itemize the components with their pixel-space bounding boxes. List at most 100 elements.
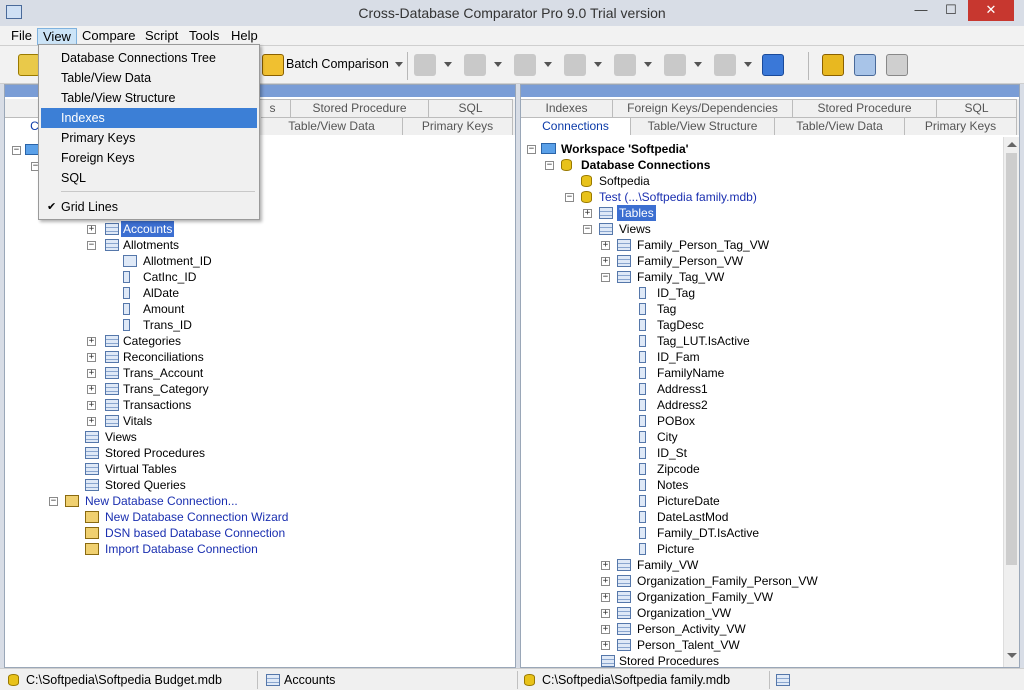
sync-connections-icon[interactable] xyxy=(762,54,784,76)
dropdown-arrow-icon[interactable] xyxy=(594,62,602,67)
menu-item-database-connections-tree[interactable]: Database Connections Tree xyxy=(41,48,257,68)
tree-node-label[interactable]: Allotments xyxy=(121,237,181,253)
menu-help[interactable]: Help xyxy=(226,28,263,45)
tree-node-label[interactable]: Person_Talent_VW xyxy=(635,637,742,653)
scroll-up-icon[interactable] xyxy=(1007,142,1017,147)
tree-node-label[interactable]: Views xyxy=(617,221,653,237)
tab-left-primary-keys[interactable]: Primary Keys xyxy=(403,117,513,135)
compare-gear-icon[interactable] xyxy=(414,54,436,76)
right-tree-scrollbar[interactable] xyxy=(1003,137,1019,667)
tree-node-label[interactable]: Stored Queries xyxy=(103,477,188,493)
tree-node-label[interactable]: Organization_Family_Person_VW xyxy=(635,573,820,589)
tree-node-label[interactable]: Organization_VW xyxy=(635,605,733,621)
tab-right-foreign-keys[interactable]: Foreign Keys/Dependencies xyxy=(613,99,793,117)
expand-toggle[interactable]: + xyxy=(601,577,610,586)
expand-toggle[interactable]: + xyxy=(87,353,96,362)
expand-toggle[interactable]: − xyxy=(601,273,610,282)
expand-toggle[interactable]: − xyxy=(565,193,574,202)
menu-file[interactable]: File xyxy=(6,28,37,45)
tree-node-label[interactable]: ID_St xyxy=(655,445,689,461)
expand-toggle[interactable]: + xyxy=(601,257,610,266)
tree-node-label[interactable]: POBox xyxy=(655,413,697,429)
tree-node-label[interactable]: Workspace 'Softpedia' xyxy=(559,141,691,157)
expand-toggle[interactable]: + xyxy=(87,369,96,378)
tree-node-label[interactable]: Picture xyxy=(655,541,696,557)
tree-node-label[interactable]: Family_DT.IsActive xyxy=(655,525,761,541)
tree-node-label[interactable]: Transactions xyxy=(121,397,193,413)
tree-node-label[interactable]: Family_Person_Tag_VW xyxy=(635,237,771,253)
batch-comparison-button[interactable]: Batch Comparison xyxy=(286,57,389,71)
menu-item-grid-lines[interactable]: ✔ Grid Lines xyxy=(41,197,257,217)
scroll-down-icon[interactable] xyxy=(1007,653,1017,658)
tree-node-label[interactable]: Stored Procedures xyxy=(103,445,207,461)
dropdown-arrow-icon[interactable] xyxy=(644,62,652,67)
open-connection-icon[interactable] xyxy=(18,54,40,76)
maximize-button[interactable]: ☐ xyxy=(936,0,966,21)
tab-right-table-view-data[interactable]: Table/View Data xyxy=(775,117,905,135)
tree-node-label[interactable]: Tag xyxy=(655,301,678,317)
tree-node-label[interactable]: Trans_Category xyxy=(121,381,211,397)
menu-item-foreign-keys[interactable]: Foreign Keys xyxy=(41,148,257,168)
menu-item-table-view-structure[interactable]: Table/View Structure xyxy=(41,88,257,108)
dropdown-arrow-icon[interactable] xyxy=(744,62,752,67)
menu-item-table-view-data[interactable]: Table/View Data xyxy=(41,68,257,88)
tree-node-label[interactable]: Family_Person_VW xyxy=(635,253,745,269)
tree-node-label[interactable]: Address2 xyxy=(655,397,710,413)
expand-toggle[interactable]: + xyxy=(87,401,96,410)
tab-left-stored-procedure[interactable]: Stored Procedure xyxy=(291,99,429,117)
tree-node-label[interactable]: DateLastMod xyxy=(655,509,730,525)
tab-right-indexes[interactable]: Indexes xyxy=(521,99,613,117)
tree-node-label[interactable]: AlDate xyxy=(141,285,181,301)
menu-script[interactable]: Script xyxy=(140,28,183,45)
tree-node-label[interactable]: Organization_Family_VW xyxy=(635,589,775,605)
expand-toggle[interactable]: + xyxy=(601,609,610,618)
tree-node-label[interactable]: Family_VW xyxy=(635,557,700,573)
expand-toggle[interactable]: − xyxy=(87,241,96,250)
tree-node-label[interactable]: City xyxy=(655,429,680,445)
expand-toggle[interactable]: + xyxy=(87,337,96,346)
menu-item-sql[interactable]: SQL xyxy=(41,168,257,188)
expand-toggle[interactable]: + xyxy=(601,593,610,602)
compare-procedures-icon[interactable] xyxy=(714,54,736,76)
tree-node-label[interactable]: Address1 xyxy=(655,381,710,397)
tab-right-sql[interactable]: SQL xyxy=(937,99,1017,117)
compare-keys-icon[interactable] xyxy=(614,54,636,76)
database-disk-icon[interactable] xyxy=(886,54,908,76)
dropdown-arrow-icon[interactable] xyxy=(694,62,702,67)
minimize-button[interactable]: — xyxy=(907,0,935,21)
tree-node-label[interactable]: Softpedia xyxy=(597,173,652,189)
tree-node-label[interactable]: Views xyxy=(103,429,139,445)
tab-right-primary-keys[interactable]: Primary Keys xyxy=(905,117,1017,135)
close-button[interactable]: ✕ xyxy=(968,0,1014,21)
tree-node-label[interactable]: New Database Connection... xyxy=(83,493,240,509)
tree-node-label[interactable]: Notes xyxy=(655,477,690,493)
expand-toggle[interactable]: − xyxy=(545,161,554,170)
tree-node-label[interactable]: CatInc_ID xyxy=(141,269,198,285)
tree-node-label[interactable]: Import Database Connection xyxy=(103,541,260,557)
tab-left-indexes[interactable]: s xyxy=(255,99,291,117)
compare-sql-icon[interactable] xyxy=(664,54,686,76)
tree-node-label[interactable]: Trans_ID xyxy=(141,317,194,333)
options-gear-icon[interactable] xyxy=(822,54,844,76)
expand-toggle[interactable]: − xyxy=(527,145,536,154)
batch-comparison-icon[interactable] xyxy=(262,54,284,76)
expand-toggle[interactable]: + xyxy=(87,225,96,234)
batch-dropdown-arrow[interactable] xyxy=(395,62,403,67)
menu-item-indexes[interactable]: Indexes xyxy=(41,108,257,128)
expand-toggle[interactable]: + xyxy=(87,417,96,426)
tab-left-table-view-data[interactable]: Table/View Data xyxy=(261,117,403,135)
tree-node-label[interactable]: Categories xyxy=(121,333,183,349)
expand-toggle[interactable]: + xyxy=(583,209,592,218)
tree-node-label[interactable]: Allotment_ID xyxy=(141,253,214,269)
tree-node-label[interactable]: DSN based Database Connection xyxy=(103,525,287,541)
tree-node-label[interactable]: Reconciliations xyxy=(121,349,206,365)
dropdown-arrow-icon[interactable] xyxy=(444,62,452,67)
tree-node-label[interactable]: Virtual Tables xyxy=(103,461,179,477)
tree-node-label[interactable]: ID_Tag xyxy=(655,285,697,301)
tree-node-label[interactable]: Database Connections xyxy=(579,157,712,173)
tree-node-label[interactable]: Zipcode xyxy=(655,461,702,477)
tab-left-sql[interactable]: SQL xyxy=(429,99,513,117)
tree-node-label[interactable]: Person_Activity_VW xyxy=(635,621,748,637)
tree-node-label[interactable]: Stored Procedures xyxy=(617,653,721,667)
compare-data-icon[interactable] xyxy=(514,54,536,76)
